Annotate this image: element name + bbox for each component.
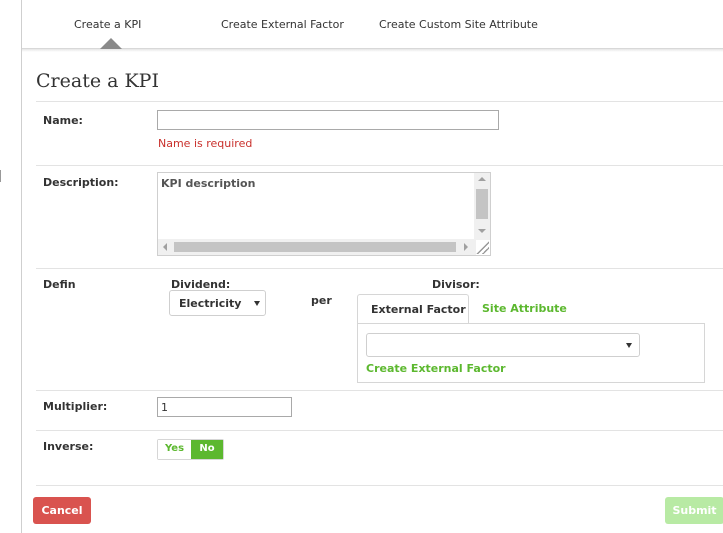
divider <box>36 268 723 269</box>
name-label: Name: <box>43 114 83 127</box>
description-horizontal-scrollbar[interactable] <box>158 239 476 255</box>
tab-external-factor[interactable]: External Factor <box>357 294 469 324</box>
name-input[interactable] <box>157 110 499 130</box>
dividend-selected-value: Electricity <box>179 297 242 310</box>
footer-divider <box>36 485 723 486</box>
divider <box>36 165 723 166</box>
active-tab-indicator-icon <box>100 38 122 49</box>
create-kpi-dialog: Create a KPI Create External Factor Crea… <box>21 0 723 533</box>
chevron-down-icon <box>254 301 260 306</box>
background-edge-mark <box>0 170 4 182</box>
inverse-yes-option[interactable]: Yes <box>158 440 191 459</box>
scroll-right-arrow-icon[interactable] <box>464 243 468 251</box>
scroll-left-arrow-icon[interactable] <box>163 243 167 251</box>
scrollbar-thumb[interactable] <box>174 242 456 252</box>
inverse-toggle[interactable]: Yes No <box>157 439 224 460</box>
resize-grip-icon[interactable] <box>475 240 489 254</box>
description-vertical-scrollbar[interactable] <box>474 173 490 240</box>
per-text: per <box>311 294 332 307</box>
create-external-factor-link[interactable]: Create External Factor <box>366 362 506 375</box>
description-textarea[interactable]: KPI description <box>157 172 491 256</box>
tab-create-custom-site-attribute[interactable]: Create Custom Site Attribute <box>379 18 538 31</box>
divider <box>36 430 723 431</box>
multiplier-label: Multiplier: <box>43 400 108 413</box>
scrollbar-thumb[interactable] <box>476 189 488 219</box>
description-label: Description: <box>43 176 119 189</box>
page-title: Create a KPI <box>36 70 159 92</box>
name-error-message: Name is required <box>158 137 253 150</box>
multiplier-input[interactable]: 1 <box>157 397 292 417</box>
inverse-no-option[interactable]: No <box>191 440 223 459</box>
scroll-down-arrow-icon[interactable] <box>478 229 486 233</box>
cancel-button[interactable]: Cancel <box>33 497 91 524</box>
dialog-tab-bar: Create a KPI Create External Factor Crea… <box>22 0 723 49</box>
divisor-label: Divisor: <box>432 278 480 291</box>
submit-button[interactable]: Submit <box>665 497 723 524</box>
description-placeholder: KPI description <box>161 177 256 190</box>
scroll-up-arrow-icon[interactable] <box>478 177 486 181</box>
tab-site-attribute[interactable]: Site Attribute <box>482 294 567 324</box>
tab-bar-shadow <box>22 49 723 52</box>
chevron-down-icon <box>626 343 632 348</box>
divider <box>36 390 723 391</box>
tab-create-external-factor[interactable]: Create External Factor <box>221 18 344 31</box>
tab-create-kpi[interactable]: Create a KPI <box>74 18 141 31</box>
divider <box>36 101 723 102</box>
external-factor-select[interactable] <box>366 333 640 357</box>
external-factor-panel: Create External Factor <box>357 323 705 383</box>
inverse-label: Inverse: <box>43 440 94 453</box>
dividend-select[interactable]: Electricity <box>169 290 266 316</box>
define-label: Defin <box>43 278 76 291</box>
